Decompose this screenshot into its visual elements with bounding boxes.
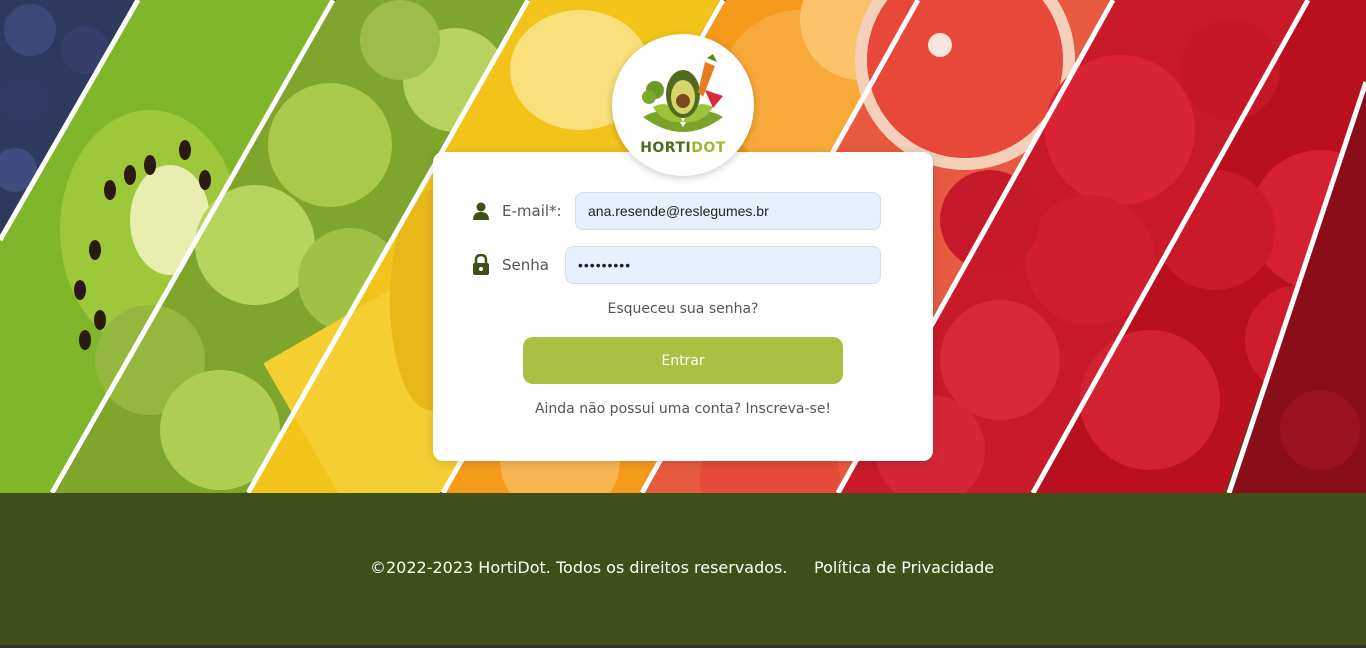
footer: ©2022-2023 HortiDot. Todos os direitos r…: [0, 493, 1366, 645]
vegetables-logo-icon: [642, 54, 723, 132]
email-label: E-mail*:: [502, 202, 562, 220]
copyright-text: ©2022-2023 HortiDot. Todos os direitos r…: [370, 558, 788, 577]
lock-icon: [468, 252, 494, 278]
email-field[interactable]: ana.resende@reslegumes.br: [575, 192, 881, 230]
password-label: Senha: [502, 256, 549, 274]
forgot-password-link[interactable]: Esqueceu sua senha?: [433, 301, 933, 317]
signup-link[interactable]: Ainda não possui uma conta? Inscreva-se!: [433, 401, 933, 417]
user-icon: [468, 198, 494, 224]
brand-name: HORTIDOT: [612, 140, 754, 156]
password-field[interactable]: •••••••••: [565, 246, 881, 284]
email-row: E-mail*:: [468, 192, 562, 230]
brand-name-part2: DOT: [691, 140, 726, 156]
brand-logo: HORTIDOT: [612, 34, 754, 176]
password-row: Senha: [468, 246, 549, 284]
privacy-policy-link[interactable]: Política de Privacidade: [814, 558, 994, 577]
submit-button[interactable]: Entrar: [523, 337, 843, 384]
brand-name-part1: HORTI: [640, 140, 692, 156]
